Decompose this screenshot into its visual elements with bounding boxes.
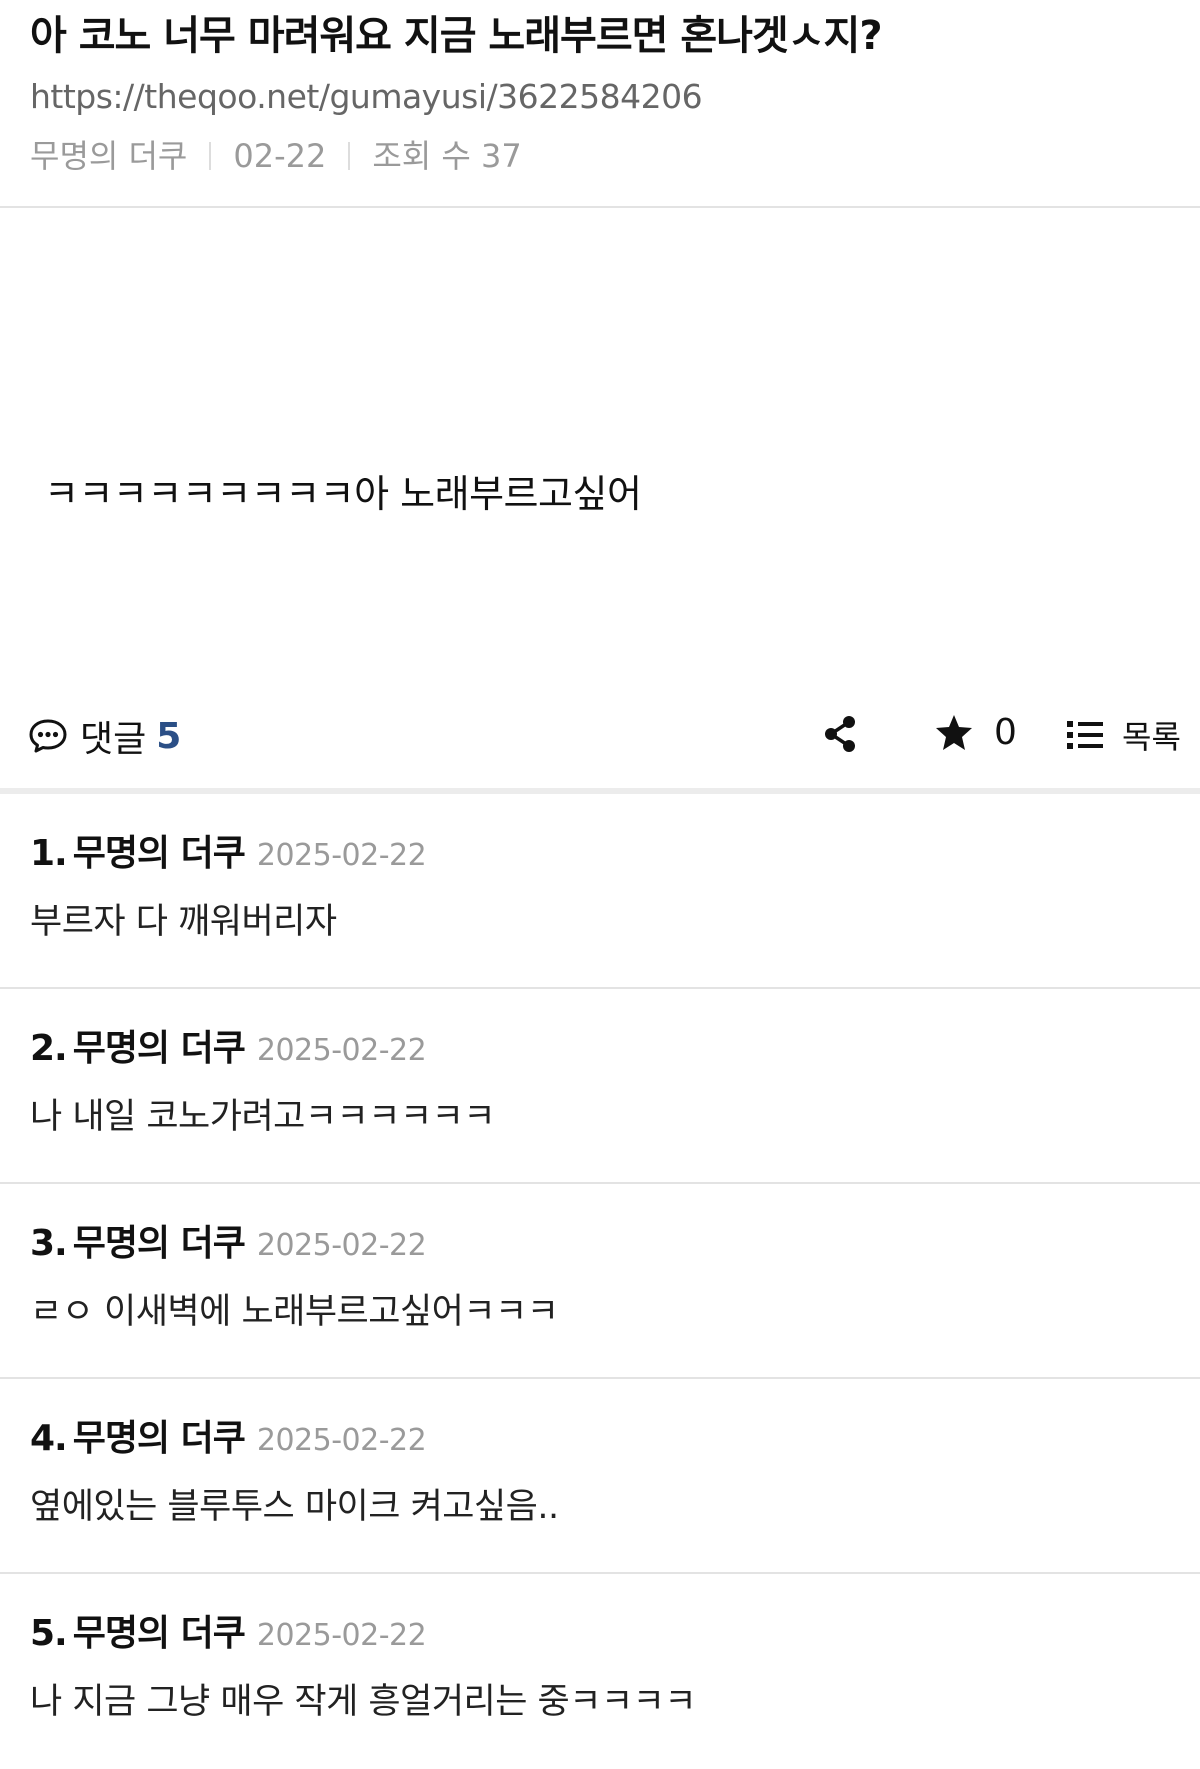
comment-number: 3.: [30, 1223, 68, 1264]
list-icon: [1067, 721, 1103, 749]
list-label: 목록: [1122, 718, 1181, 756]
post-body-text: ㅋㅋㅋㅋㅋㅋㅋㅋㅋ아 노래부르고싶어: [44, 472, 642, 516]
comment-number: 4.: [30, 1418, 68, 1459]
comment-text: 부르자 다 깨워버리자: [30, 902, 337, 942]
comment-date: 2025-02-22: [256, 1033, 427, 1068]
comment-text: 옆에있는 블루투스 마이크 켜고싶음..: [30, 1487, 559, 1527]
meta-divider: [209, 142, 212, 170]
meta-divider: [348, 142, 351, 170]
comment-author[interactable]: 무명의 더쿠: [73, 1612, 246, 1656]
star-button[interactable]: 0: [934, 712, 1017, 753]
comment-number: 5.: [30, 1613, 68, 1654]
comment-number: 1.: [30, 833, 68, 874]
comments-count: 5: [156, 715, 182, 757]
post-views: 조회 수 37: [372, 137, 522, 175]
comment-list: 1. 무명의 더쿠 2025-02-22 부르자 다 깨워버리자 2. 무명의 …: [0, 794, 1200, 1769]
post-body: ㅋㅋㅋㅋㅋㅋㅋㅋㅋ아 노래부르고싶어: [0, 208, 1200, 678]
comment-author[interactable]: 무명의 더쿠: [73, 1027, 246, 1071]
list-button[interactable]: 목록: [1066, 712, 1181, 758]
comment-text: 나 지금 그냥 매우 작게 흥얼거리는 중ㅋㅋㅋㅋ: [30, 1682, 697, 1722]
comment-item: 3. 무명의 더쿠 2025-02-22 ㄹㅇ 이새벽에 노래부르고싶어ㅋㅋㅋ: [0, 1184, 1200, 1379]
post-title: 아 코노 너무 마려워요 지금 노래부르면 혼나겟ㅅ지?: [30, 13, 883, 59]
comment-author[interactable]: 무명의 더쿠: [73, 1417, 246, 1461]
comment-icon: [29, 719, 67, 753]
comments-link[interactable]: 댓글 5: [28, 710, 181, 762]
post-header: 아 코노 너무 마려워요 지금 노래부르면 혼나겟ㅅ지? https://the…: [0, 0, 1200, 208]
share-icon: [825, 716, 855, 752]
comment-author[interactable]: 무명의 더쿠: [73, 1222, 246, 1266]
post-toolbar: 댓글 5 0 목록: [0, 678, 1200, 794]
star-icon: [936, 714, 972, 750]
comment-item: 5. 무명의 더쿠 2025-02-22 나 지금 그냥 매우 작게 흥얼거리는…: [0, 1574, 1200, 1769]
comment-date: 2025-02-22: [256, 838, 427, 873]
post-meta: 무명의 더쿠 02-22 조회 수 37: [30, 136, 1170, 176]
comment-date: 2025-02-22: [256, 1618, 427, 1653]
comment-number: 2.: [30, 1028, 68, 1069]
share-button[interactable]: [822, 714, 858, 758]
comment-text: 나 내일 코노가려고ㅋㅋㅋㅋㅋㅋ: [30, 1097, 496, 1137]
comment-item: 1. 무명의 더쿠 2025-02-22 부르자 다 깨워버리자: [0, 794, 1200, 989]
comment-date: 2025-02-22: [256, 1228, 427, 1263]
star-count: 0: [994, 712, 1017, 753]
comments-label: 댓글: [80, 719, 147, 760]
comment-date: 2025-02-22: [256, 1423, 427, 1458]
post-author[interactable]: 무명의 더쿠: [30, 136, 187, 176]
comment-item: 2. 무명의 더쿠 2025-02-22 나 내일 코노가려고ㅋㅋㅋㅋㅋㅋ: [0, 989, 1200, 1184]
comment-author[interactable]: 무명의 더쿠: [73, 832, 246, 876]
comment-text: ㄹㅇ 이새벽에 노래부르고싶어ㅋㅋㅋ: [30, 1292, 559, 1332]
post-url[interactable]: https://theqoo.net/gumayusi/3622584206: [30, 76, 1170, 118]
post-date: 02-22: [233, 137, 327, 175]
comment-item: 4. 무명의 더쿠 2025-02-22 옆에있는 블루투스 마이크 켜고싶음.…: [0, 1379, 1200, 1574]
